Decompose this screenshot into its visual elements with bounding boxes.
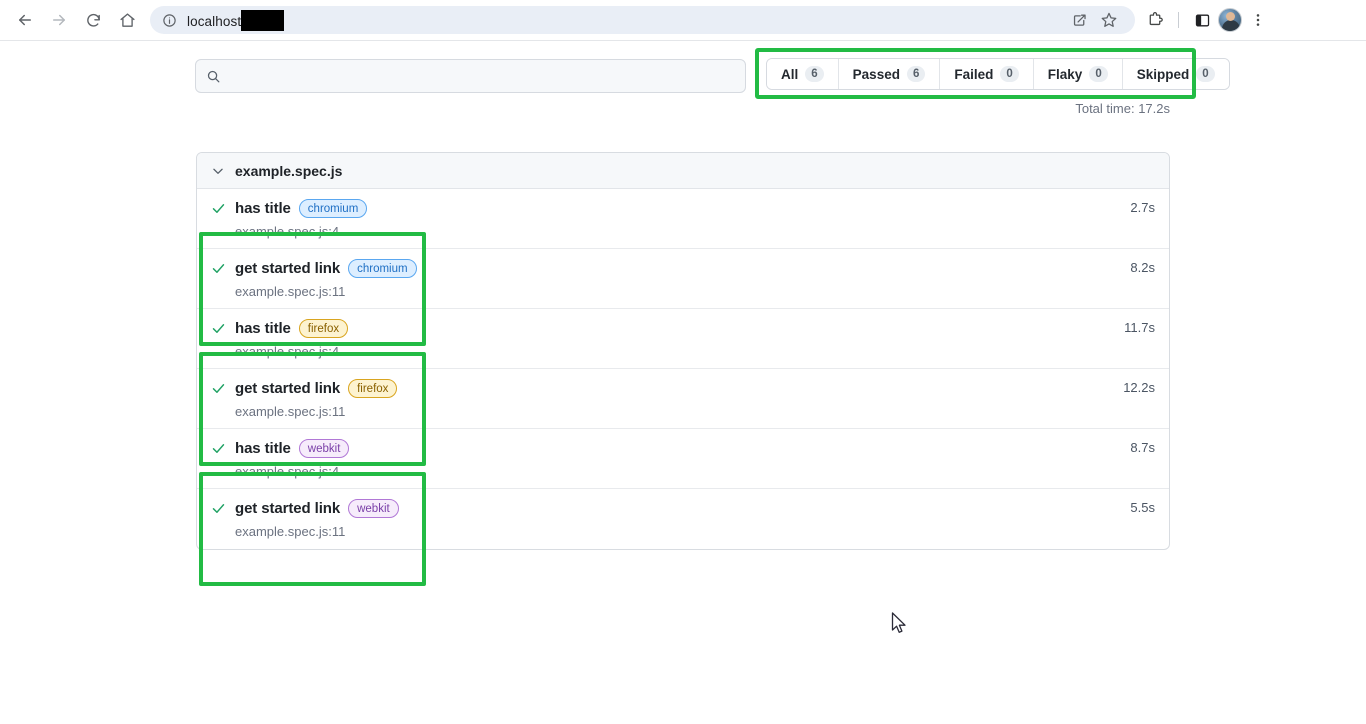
test-location: example.spec.js:4 (235, 224, 1130, 239)
test-location: example.spec.js:11 (235, 524, 1130, 539)
test-duration: 8.7s (1130, 440, 1155, 455)
tab-skipped-count: 0 (1196, 66, 1214, 82)
tab-all[interactable]: All 6 (767, 59, 839, 89)
table-row[interactable]: get started link webkit example.spec.js:… (197, 489, 1169, 549)
project-badge: chromium (299, 199, 367, 218)
bookmark-star-icon[interactable] (1095, 6, 1123, 34)
file-header-row[interactable]: example.spec.js (197, 153, 1169, 189)
tab-flaky-label: Flaky (1048, 67, 1083, 82)
test-location: example.spec.js:11 (235, 284, 1130, 299)
home-button[interactable] (112, 5, 142, 35)
reload-button[interactable] (78, 5, 108, 35)
url-text: localhost (187, 10, 284, 31)
total-time-label: Total time: 17.2s (1075, 101, 1170, 116)
chrome-menu-icon[interactable] (1244, 6, 1272, 34)
project-badge: chromium (348, 259, 416, 278)
extensions-icon[interactable] (1141, 6, 1169, 34)
share-icon[interactable] (1065, 6, 1093, 34)
forward-button[interactable] (44, 5, 74, 35)
table-row[interactable]: get started link chromium example.spec.j… (197, 249, 1169, 309)
toolbar-divider (1178, 12, 1179, 28)
tab-failed-label: Failed (954, 67, 993, 82)
project-badge: firefox (348, 379, 397, 398)
tab-skipped[interactable]: Skipped 0 (1123, 59, 1229, 89)
tab-passed-label: Passed (853, 67, 900, 82)
test-duration: 12.2s (1123, 380, 1155, 395)
filter-tabs: All 6 Passed 6 Failed 0 Flaky 0 Skipped … (766, 58, 1230, 90)
test-duration: 5.5s (1130, 500, 1155, 515)
test-title: get started link (235, 380, 340, 397)
file-name-label: example.spec.js (235, 163, 342, 179)
search-input[interactable] (229, 60, 735, 92)
table-row[interactable]: has title firefox example.spec.js:4 11.7… (197, 309, 1169, 369)
check-icon (211, 381, 227, 396)
test-location: example.spec.js:4 (235, 344, 1124, 359)
check-icon (211, 261, 227, 276)
site-info-icon[interactable] (162, 13, 177, 28)
mouse-cursor (891, 612, 908, 641)
test-title: has title (235, 320, 291, 337)
check-icon (211, 441, 227, 456)
test-location: example.spec.js:4 (235, 464, 1130, 479)
check-icon (211, 201, 227, 216)
test-title: has title (235, 440, 291, 457)
tab-all-count: 6 (805, 66, 823, 82)
test-duration: 2.7s (1130, 200, 1155, 215)
check-icon (211, 501, 227, 516)
test-duration: 11.7s (1124, 320, 1155, 335)
chevron-down-icon[interactable] (211, 164, 225, 178)
test-title: has title (235, 200, 291, 217)
table-row[interactable]: get started link firefox example.spec.js… (197, 369, 1169, 429)
tab-flaky-count: 0 (1089, 66, 1107, 82)
test-duration: 8.2s (1130, 260, 1155, 275)
tab-all-label: All (781, 67, 798, 82)
back-button[interactable] (10, 5, 40, 35)
profile-avatar[interactable] (1218, 8, 1242, 32)
navigation-buttons (10, 5, 142, 35)
search-field[interactable] (195, 59, 746, 93)
tab-passed-count: 6 (907, 66, 925, 82)
project-badge: firefox (299, 319, 348, 338)
search-icon (206, 69, 221, 84)
test-title: get started link (235, 260, 340, 277)
check-icon (211, 321, 227, 336)
project-badge: webkit (299, 439, 350, 458)
browser-toolbar: localhost (0, 0, 1366, 41)
tab-failed[interactable]: Failed 0 (940, 59, 1033, 89)
browser-toolbar-right (1141, 6, 1272, 34)
project-badge: webkit (348, 499, 399, 518)
url-redaction-block (241, 10, 284, 31)
tab-skipped-label: Skipped (1137, 67, 1190, 82)
side-panel-icon[interactable] (1188, 6, 1216, 34)
tab-flaky[interactable]: Flaky 0 (1034, 59, 1123, 89)
table-row[interactable]: has title chromium example.spec.js:4 2.7… (197, 189, 1169, 249)
playwright-html-report: All 6 Passed 6 Failed 0 Flaky 0 Skipped … (0, 41, 1366, 724)
tab-passed[interactable]: Passed 6 (839, 59, 941, 89)
test-file-card: example.spec.js has title chromium examp… (196, 152, 1170, 550)
table-row[interactable]: has title webkit example.spec.js:4 8.7s (197, 429, 1169, 489)
omnibox-actions (1065, 6, 1123, 34)
address-bar[interactable]: localhost (150, 6, 1135, 34)
test-title: get started link (235, 500, 340, 517)
test-location: example.spec.js:11 (235, 404, 1123, 419)
tab-failed-count: 0 (1000, 66, 1018, 82)
